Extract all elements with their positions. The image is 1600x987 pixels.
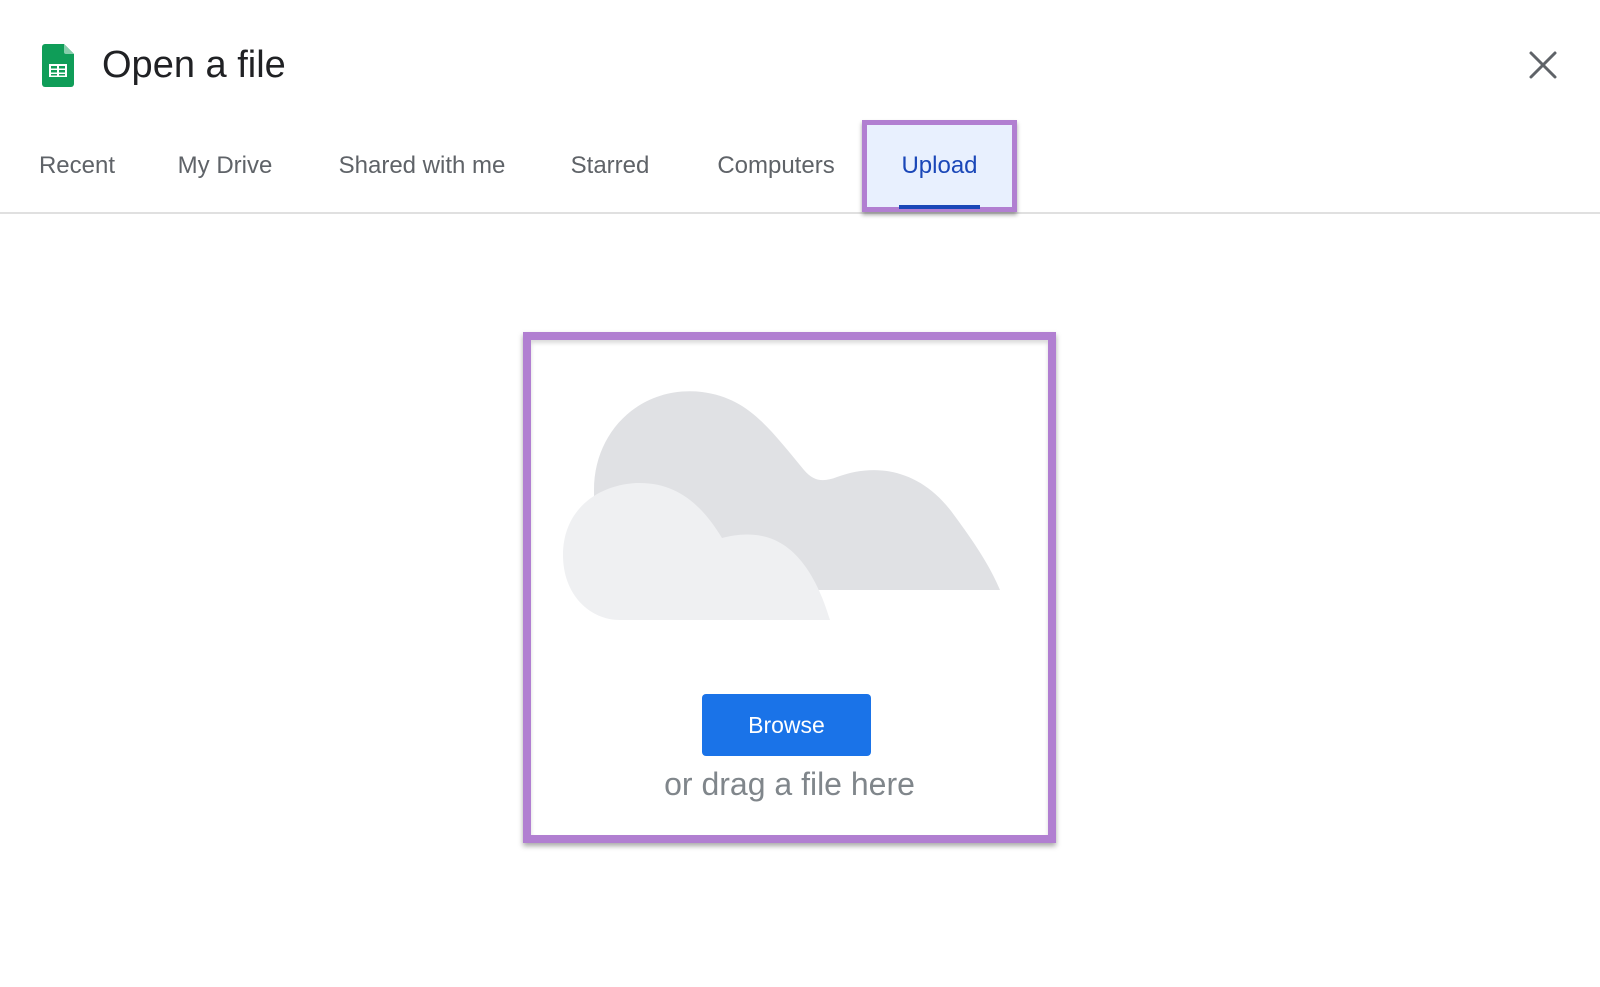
tab-label: My Drive: [177, 152, 273, 179]
open-file-dialog: Open a file Recent My Drive Shared with …: [0, 0, 1600, 987]
tab-my-drive[interactable]: My Drive: [160, 120, 290, 212]
browse-button[interactable]: Browse: [702, 694, 871, 756]
tab-label: Upload: [901, 152, 978, 179]
dialog-title: Open a file: [102, 44, 286, 86]
drag-hint-text: or drag a file here: [664, 766, 915, 802]
google-sheets-icon: [42, 44, 74, 87]
tab-computers[interactable]: Computers: [694, 120, 858, 212]
tab-starred[interactable]: Starred: [554, 120, 666, 212]
tab-label: Recent: [38, 152, 116, 179]
dialog-header: Open a file: [0, 0, 1600, 120]
tab-shared-with-me[interactable]: Shared with me: [318, 120, 526, 212]
tab-label: Starred: [570, 152, 650, 179]
active-tab-indicator: [899, 205, 980, 209]
tab-label: Computers: [717, 152, 835, 179]
tab-upload[interactable]: Upload: [862, 120, 1017, 212]
cloud-upload-illustration: [563, 391, 1000, 620]
close-icon[interactable]: [1526, 48, 1560, 82]
upload-drop-zone[interactable]: Browse or drag a file here: [523, 332, 1056, 843]
tab-bar: Recent My Drive Shared with me Starred C…: [0, 120, 1600, 214]
tab-label: Shared with me: [338, 152, 506, 179]
tab-recent[interactable]: Recent: [20, 120, 134, 212]
